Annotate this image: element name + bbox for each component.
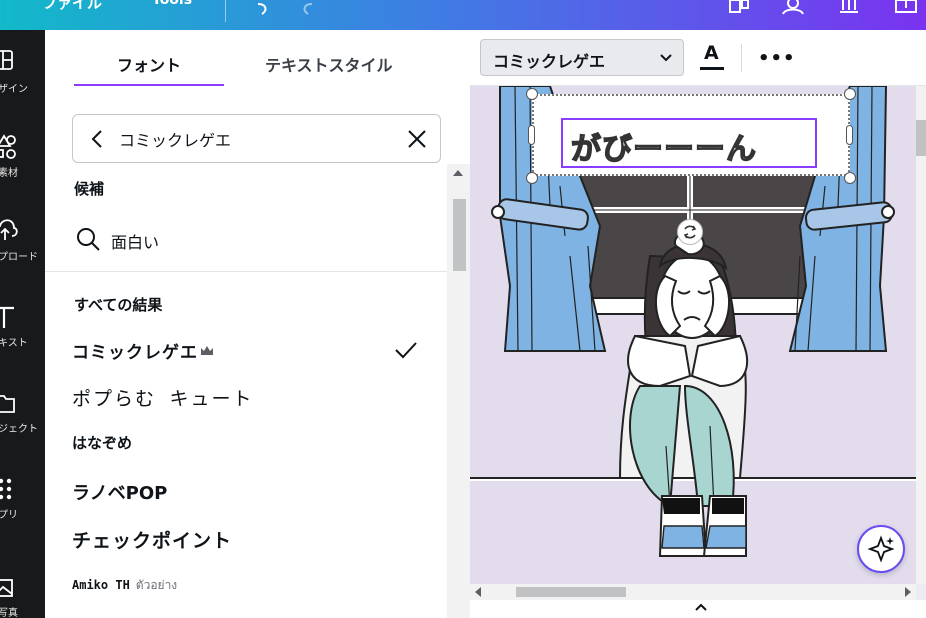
resize-icon[interactable]: [726, 0, 752, 22]
results-heading: すべての結果: [74, 296, 163, 314]
font-search-box: [72, 114, 441, 163]
suggestion-item[interactable]: 面白い: [75, 226, 435, 254]
font-search-input[interactable]: [119, 127, 399, 151]
suggestion-label: 面白い: [111, 233, 160, 252]
toolbar-divider: [225, 0, 226, 22]
rail-label: ジェクト: [0, 424, 38, 435]
tab-text-style[interactable]: テキストスタイル: [265, 52, 393, 76]
resize-handle-top-left[interactable]: [526, 88, 538, 100]
context-toolbar: コミックレゲエ A •••: [470, 30, 926, 86]
canvas-vertical-scrollbar[interactable]: [916, 86, 926, 584]
collaborator-icon[interactable]: [780, 0, 806, 22]
design-page[interactable]: がびーーーん: [470, 86, 916, 584]
selected-text-frame[interactable]: がびーーーん: [532, 94, 850, 176]
top-bar: ファイル Tools: [0, 0, 926, 30]
resize-handle-left[interactable]: [528, 125, 535, 145]
tools-menu[interactable]: Tools: [152, 0, 192, 8]
clear-icon[interactable]: [405, 127, 429, 151]
font-name: はなぞめ: [72, 434, 133, 452]
rail-item-apps[interactable]: プリ: [0, 476, 45, 536]
font-item-amiko-th[interactable]: Amiko TH ตัวอย่าง: [72, 570, 427, 606]
checkmark-icon: [395, 342, 417, 359]
font-name: ポプらむ キュート: [72, 388, 254, 410]
scrollbar-thumb[interactable]: [916, 120, 926, 156]
chevron-down-icon: [660, 54, 672, 62]
font-sample: ตัวอย่าง: [135, 578, 178, 592]
text-icon: [0, 306, 14, 328]
font-item-ranobe-pop[interactable]: ラノベPOP: [72, 473, 427, 509]
back-arrow-icon[interactable]: [87, 128, 109, 150]
rail-label: プリ: [0, 510, 18, 521]
font-item-checkpoint[interactable]: チェックポイント: [72, 520, 427, 556]
text-color-button[interactable]: A: [698, 42, 726, 74]
rail-item-uploads[interactable]: プロード: [0, 218, 45, 278]
font-family-dropdown[interactable]: コミックレゲエ: [480, 39, 684, 76]
redo-icon[interactable]: [296, 0, 322, 22]
text-color-swatch: [700, 67, 724, 70]
resize-handle-top-right[interactable]: [844, 88, 856, 100]
bottom-bar: [470, 600, 926, 618]
editor-canvas-area: コミックレゲエ A ••• がびーーーん: [470, 30, 926, 618]
crown-icon: [201, 346, 213, 355]
text-color-glyph: A: [704, 42, 719, 64]
font-name: Amiko TH ตัวอย่าง: [72, 576, 177, 595]
divider: [45, 271, 447, 272]
suggestions-heading: 候補: [74, 180, 105, 198]
font-family-value: コミックレゲエ: [493, 52, 606, 71]
resize-handle-bottom-left[interactable]: [526, 172, 538, 184]
scrollbar-thumb[interactable]: [516, 587, 626, 597]
folder-icon: [0, 395, 15, 413]
search-icon: [77, 228, 100, 251]
rail-label: キスト: [0, 338, 28, 349]
rail-item-design[interactable]: ザイン: [0, 48, 45, 108]
resize-handle-bottom-right[interactable]: [844, 172, 856, 184]
font-name: コミックレゲエ: [72, 343, 198, 363]
rail-label: 写真: [0, 608, 18, 618]
panel-scrollbar[interactable]: [447, 164, 470, 618]
share-icon[interactable]: [893, 0, 919, 22]
rail-item-photos[interactable]: 写真: [0, 574, 45, 618]
layout-icon: [0, 50, 13, 70]
rail-label: プロード: [0, 252, 38, 263]
analytics-icon[interactable]: [836, 0, 862, 22]
magic-assistant-button[interactable]: [857, 525, 905, 573]
rail-label: ザイン: [0, 84, 28, 95]
font-item-comic-reggae[interactable]: コミックレゲエ: [72, 332, 427, 368]
font-name: チェックポイント: [72, 530, 233, 552]
photo-icon: [0, 579, 13, 597]
active-tab-indicator: [74, 84, 224, 86]
upload-icon: [0, 219, 18, 240]
scroll-left-arrow-icon[interactable]: [474, 587, 482, 597]
toolbar-divider: [741, 44, 742, 72]
scroll-up-arrow-icon[interactable]: [453, 170, 463, 176]
chevron-up-icon[interactable]: [694, 602, 708, 612]
file-menu[interactable]: ファイル: [42, 0, 102, 13]
canvas-text: がびーーーん: [570, 131, 757, 167]
font-name: ラノベPOP: [72, 483, 168, 504]
text-element[interactable]: がびーーーん: [561, 118, 817, 168]
canvas-horizontal-scrollbar[interactable]: [470, 584, 916, 600]
elements-icon: [0, 134, 16, 159]
resize-handle-right[interactable]: [846, 125, 853, 145]
rail-item-text[interactable]: キスト: [0, 304, 45, 364]
sparkle-icon: [867, 535, 895, 563]
undo-icon[interactable]: [250, 0, 276, 22]
rail-item-projects[interactable]: ジェクト: [0, 390, 45, 450]
rail-item-elements[interactable]: 素材: [0, 132, 45, 192]
font-panel: フォント テキストスタイル 候補 面白い すべての結果 コミックレゲエ ポプらむ…: [45, 30, 470, 618]
rail-label: 素材: [0, 168, 18, 179]
apps-icon: [0, 478, 12, 500]
scrollbar-thumb[interactable]: [453, 199, 466, 271]
font-name-text: Amiko TH: [72, 578, 130, 592]
scroll-right-arrow-icon[interactable]: [904, 587, 912, 597]
left-rail: ザイン 素材 プロード キスト ジェクト プリ 写真: [0, 30, 45, 618]
rotate-icon: [683, 225, 697, 239]
more-options-button[interactable]: •••: [758, 48, 796, 69]
font-item-hanazome[interactable]: はなぞめ: [72, 426, 427, 462]
rotate-handle[interactable]: [677, 219, 703, 245]
tab-font[interactable]: フォント: [117, 52, 181, 76]
font-item-popuramu-cute[interactable]: ポプらむ キュート: [72, 378, 427, 414]
